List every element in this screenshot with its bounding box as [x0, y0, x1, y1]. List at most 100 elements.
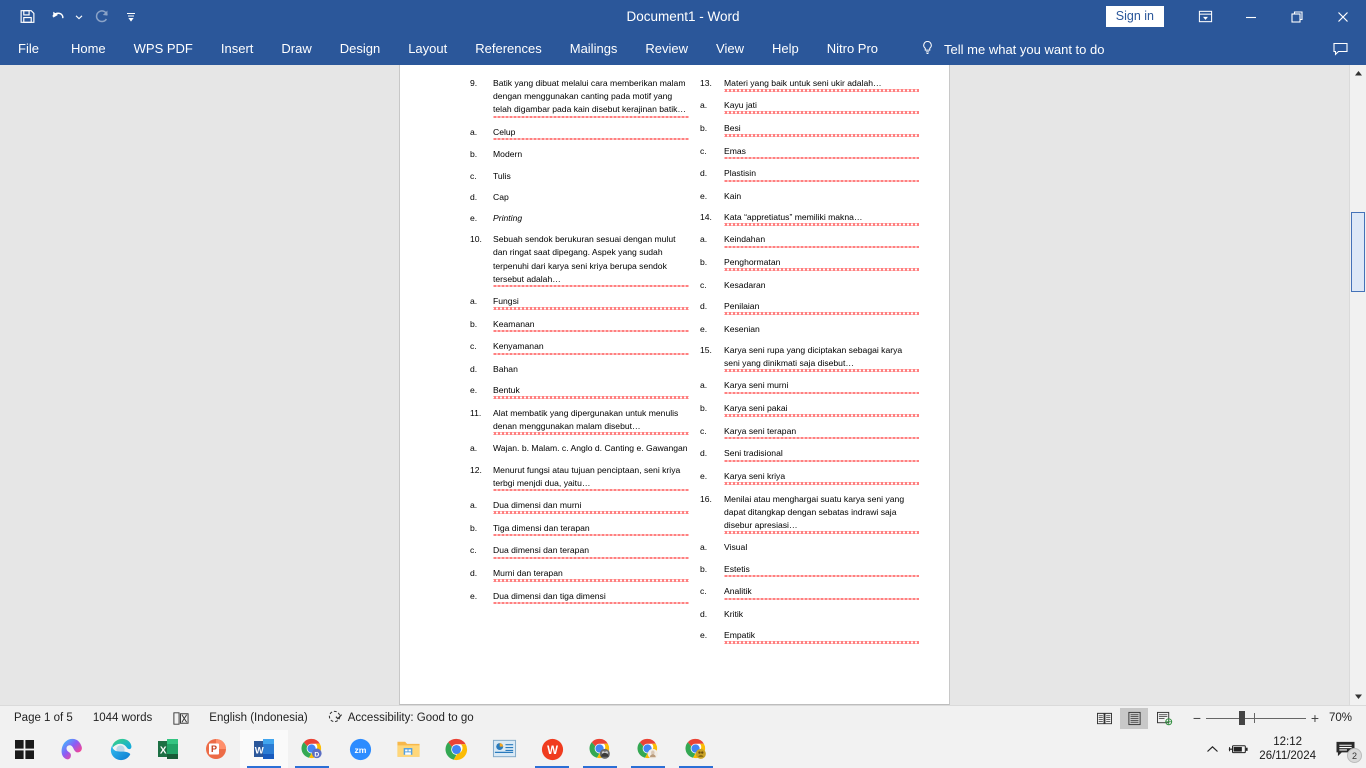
tab-draw[interactable]: Draw: [267, 33, 325, 65]
answer-option: c. Kenyamanan: [470, 340, 689, 355]
option-text: Keindahan: [724, 233, 919, 248]
ribbon-display-options-icon[interactable]: [1182, 0, 1228, 33]
accessibility-status[interactable]: Accessibility: Good to go: [318, 709, 484, 727]
notifications-icon[interactable]: 2: [1324, 730, 1366, 768]
wps-office-icon[interactable]: W: [528, 730, 576, 768]
customize-qat-icon[interactable]: [116, 4, 146, 30]
zoom-percentage[interactable]: 70%: [1324, 712, 1360, 724]
tab-references[interactable]: References: [461, 33, 555, 65]
file-explorer-icon[interactable]: [384, 730, 432, 768]
powerpoint-icon[interactable]: P: [192, 730, 240, 768]
option-marker: c.: [700, 279, 707, 290]
tab-home[interactable]: Home: [57, 33, 120, 65]
question-number: 12.: [470, 464, 482, 475]
tab-insert[interactable]: Insert: [207, 33, 268, 65]
option-text: Penghormatan: [724, 256, 919, 271]
option-text: Keamanan: [493, 317, 689, 333]
tab-wps-pdf[interactable]: WPS PDF: [120, 33, 207, 65]
option-marker: e.: [700, 323, 708, 334]
tell-me-search[interactable]: Tell me what you want to do: [920, 40, 1104, 59]
start-button[interactable]: [0, 730, 48, 768]
zoom-control[interactable]: − + 70%: [1188, 708, 1360, 728]
tab-layout[interactable]: Layout: [394, 33, 461, 65]
accessibility-icon: [328, 709, 343, 727]
answer-option: b. Karya seni pakai: [700, 402, 919, 417]
scroll-down-icon[interactable]: [1350, 688, 1366, 705]
comments-icon[interactable]: [1326, 37, 1354, 61]
option-marker: b.: [700, 563, 708, 574]
chrome-profile-1-icon[interactable]: [576, 730, 624, 768]
word-count[interactable]: 1044 words: [83, 712, 162, 724]
answer-option: a. Visual: [700, 541, 919, 554]
zoom-icon[interactable]: zm: [336, 730, 384, 768]
vertical-scrollbar[interactable]: [1349, 65, 1366, 705]
option-marker: b.: [700, 257, 708, 268]
word-icon[interactable]: W: [240, 730, 288, 768]
scrollbar-thumb[interactable]: [1351, 212, 1365, 292]
tab-help[interactable]: Help: [758, 33, 813, 65]
answer-option: a. Dua dimensi dan murni: [470, 498, 689, 514]
taskbar-clock[interactable]: 12:12 26/11/2024: [1251, 735, 1324, 763]
answer-option: e. Karya seni kriya: [700, 470, 919, 485]
tab-mailings[interactable]: Mailings: [556, 33, 632, 65]
chrome-profile-3-icon[interactable]: [672, 730, 720, 768]
question-text: Batik yang dibuat melalui cara memberika…: [493, 77, 689, 118]
presentation-icon[interactable]: [480, 730, 528, 768]
option-text: Plastisin: [724, 167, 919, 182]
google-chrome-icon[interactable]: [432, 730, 480, 768]
zoom-in-button[interactable]: +: [1306, 708, 1324, 728]
option-marker: e.: [700, 191, 708, 202]
question-item: 14. Kata “appretiatus” memiliki makna…: [700, 211, 919, 226]
proofing-errors-icon[interactable]: [162, 711, 199, 726]
tab-view[interactable]: View: [702, 33, 758, 65]
scroll-up-icon[interactable]: [1350, 65, 1366, 82]
clock-time: 12:12: [1273, 736, 1303, 748]
battery-charging-icon[interactable]: [1225, 730, 1251, 768]
answer-option: b. Penghormatan: [700, 256, 919, 271]
page-count[interactable]: Page 1 of 5: [4, 712, 83, 724]
question-number: 14.: [700, 212, 712, 223]
close-icon[interactable]: [1320, 0, 1366, 33]
option-text: Bahan: [493, 364, 518, 375]
tab-design[interactable]: Design: [326, 33, 394, 65]
language-indicator[interactable]: English (Indonesia): [199, 712, 317, 724]
minimize-icon[interactable]: [1228, 0, 1274, 33]
undo-icon[interactable]: [42, 4, 72, 30]
question-number: 13.: [700, 78, 712, 88]
print-layout-icon[interactable]: [1120, 707, 1148, 729]
answer-option: c. Kesadaran: [700, 279, 919, 292]
chevron-up-icon[interactable]: [1199, 730, 1225, 768]
option-marker: d.: [470, 568, 478, 579]
restore-icon[interactable]: [1274, 0, 1320, 33]
question-number: 15.: [700, 344, 712, 355]
undo-dropdown-icon[interactable]: [72, 4, 86, 30]
answer-option: e. Kain: [700, 190, 919, 203]
save-icon[interactable]: [12, 4, 42, 30]
microsoft-edge-icon[interactable]: [96, 730, 144, 768]
redo-icon[interactable]: [86, 4, 116, 30]
answer-option: e. Printing: [470, 212, 689, 225]
option-text: Printing: [493, 212, 523, 223]
sign-in-button[interactable]: Sign in: [1105, 6, 1164, 27]
chrome-profile-2-icon[interactable]: [624, 730, 672, 768]
zoom-out-button[interactable]: −: [1188, 708, 1206, 728]
quick-access-toolbar: [0, 4, 146, 30]
read-mode-icon[interactable]: [1090, 708, 1118, 729]
option-text: Kesenian: [724, 323, 760, 334]
tab-nitro-pro[interactable]: Nitro Pro: [813, 33, 892, 65]
document-page[interactable]: 9. Batik yang dibuat melalui cara member…: [399, 65, 950, 705]
chrome-docs-icon[interactable]: D: [288, 730, 336, 768]
tab-review[interactable]: Review: [631, 33, 702, 65]
option-text: Empatik: [724, 629, 919, 644]
zoom-slider-thumb[interactable]: [1239, 711, 1245, 725]
option-text: Besi: [724, 121, 919, 137]
excel-icon[interactable]: X: [144, 730, 192, 768]
tab-file[interactable]: File: [0, 33, 57, 65]
web-layout-icon[interactable]: [1150, 708, 1178, 729]
zoom-slider[interactable]: [1206, 708, 1306, 728]
option-text: Dua dimensi dan murni: [493, 498, 689, 514]
option-marker: e.: [700, 630, 708, 641]
tell-me-label: Tell me what you want to do: [944, 41, 1105, 57]
copilot-icon[interactable]: [48, 730, 96, 768]
option-marker: e.: [470, 590, 478, 601]
